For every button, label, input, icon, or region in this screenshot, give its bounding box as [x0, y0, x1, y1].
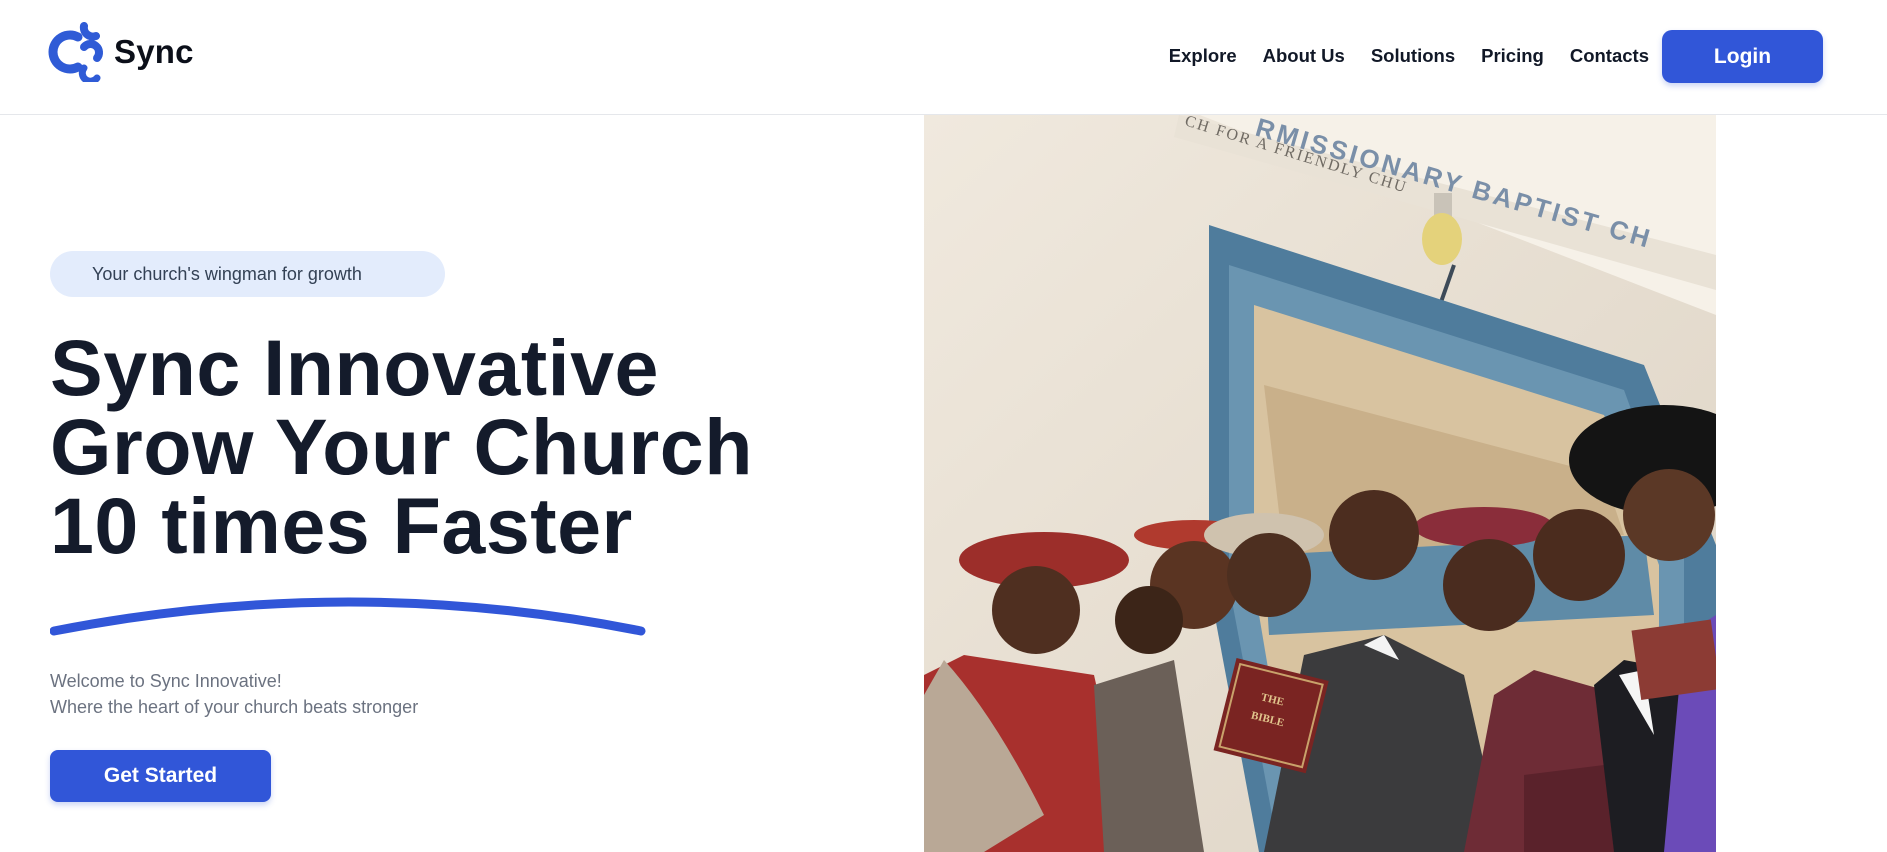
- headline-line-1: Sync Innovative: [50, 323, 659, 412]
- nav-link-contacts[interactable]: Contacts: [1570, 40, 1649, 72]
- welcome-line-2: Where the heart of your church beats str…: [50, 697, 419, 717]
- photo-illustration: RMISSIONARY BAPTIST CH CH FOR A FRIENDLY…: [924, 115, 1716, 852]
- login-button[interactable]: Login: [1662, 30, 1823, 83]
- brand-logo[interactable]: Sync: [48, 22, 194, 82]
- nav-link-solutions[interactable]: Solutions: [1371, 40, 1455, 72]
- nav-link-about-us[interactable]: About Us: [1263, 40, 1345, 72]
- tagline-badge: Your church's wingman for growth: [50, 251, 445, 297]
- headline-line-2: Grow Your Church: [50, 402, 753, 491]
- sync-c-logo-icon: [48, 22, 103, 82]
- top-navbar: Sync Explore About Us Solutions Pricing …: [0, 0, 1887, 115]
- decorative-swoosh-underline: [50, 597, 646, 636]
- headline-line-3: 10 times Faster: [50, 481, 633, 570]
- church-congregation-photo: RMISSIONARY BAPTIST CH CH FOR A FRIENDLY…: [924, 115, 1716, 852]
- nav-link-explore[interactable]: Explore: [1169, 40, 1237, 72]
- welcome-text: Welcome to Sync Innovative! Where the he…: [50, 668, 418, 720]
- nav-link-pricing[interactable]: Pricing: [1481, 40, 1544, 72]
- hero-headline: Sync Innovative Grow Your Church 10 time…: [50, 328, 810, 565]
- welcome-line-1: Welcome to Sync Innovative!: [50, 671, 282, 691]
- hero-section: Your church's wingman for growth Sync In…: [50, 115, 850, 852]
- main-navigation: Explore About Us Solutions Pricing Conta…: [1169, 40, 1649, 72]
- brand-name: Sync: [114, 33, 194, 70]
- get-started-button[interactable]: Get Started: [50, 750, 271, 802]
